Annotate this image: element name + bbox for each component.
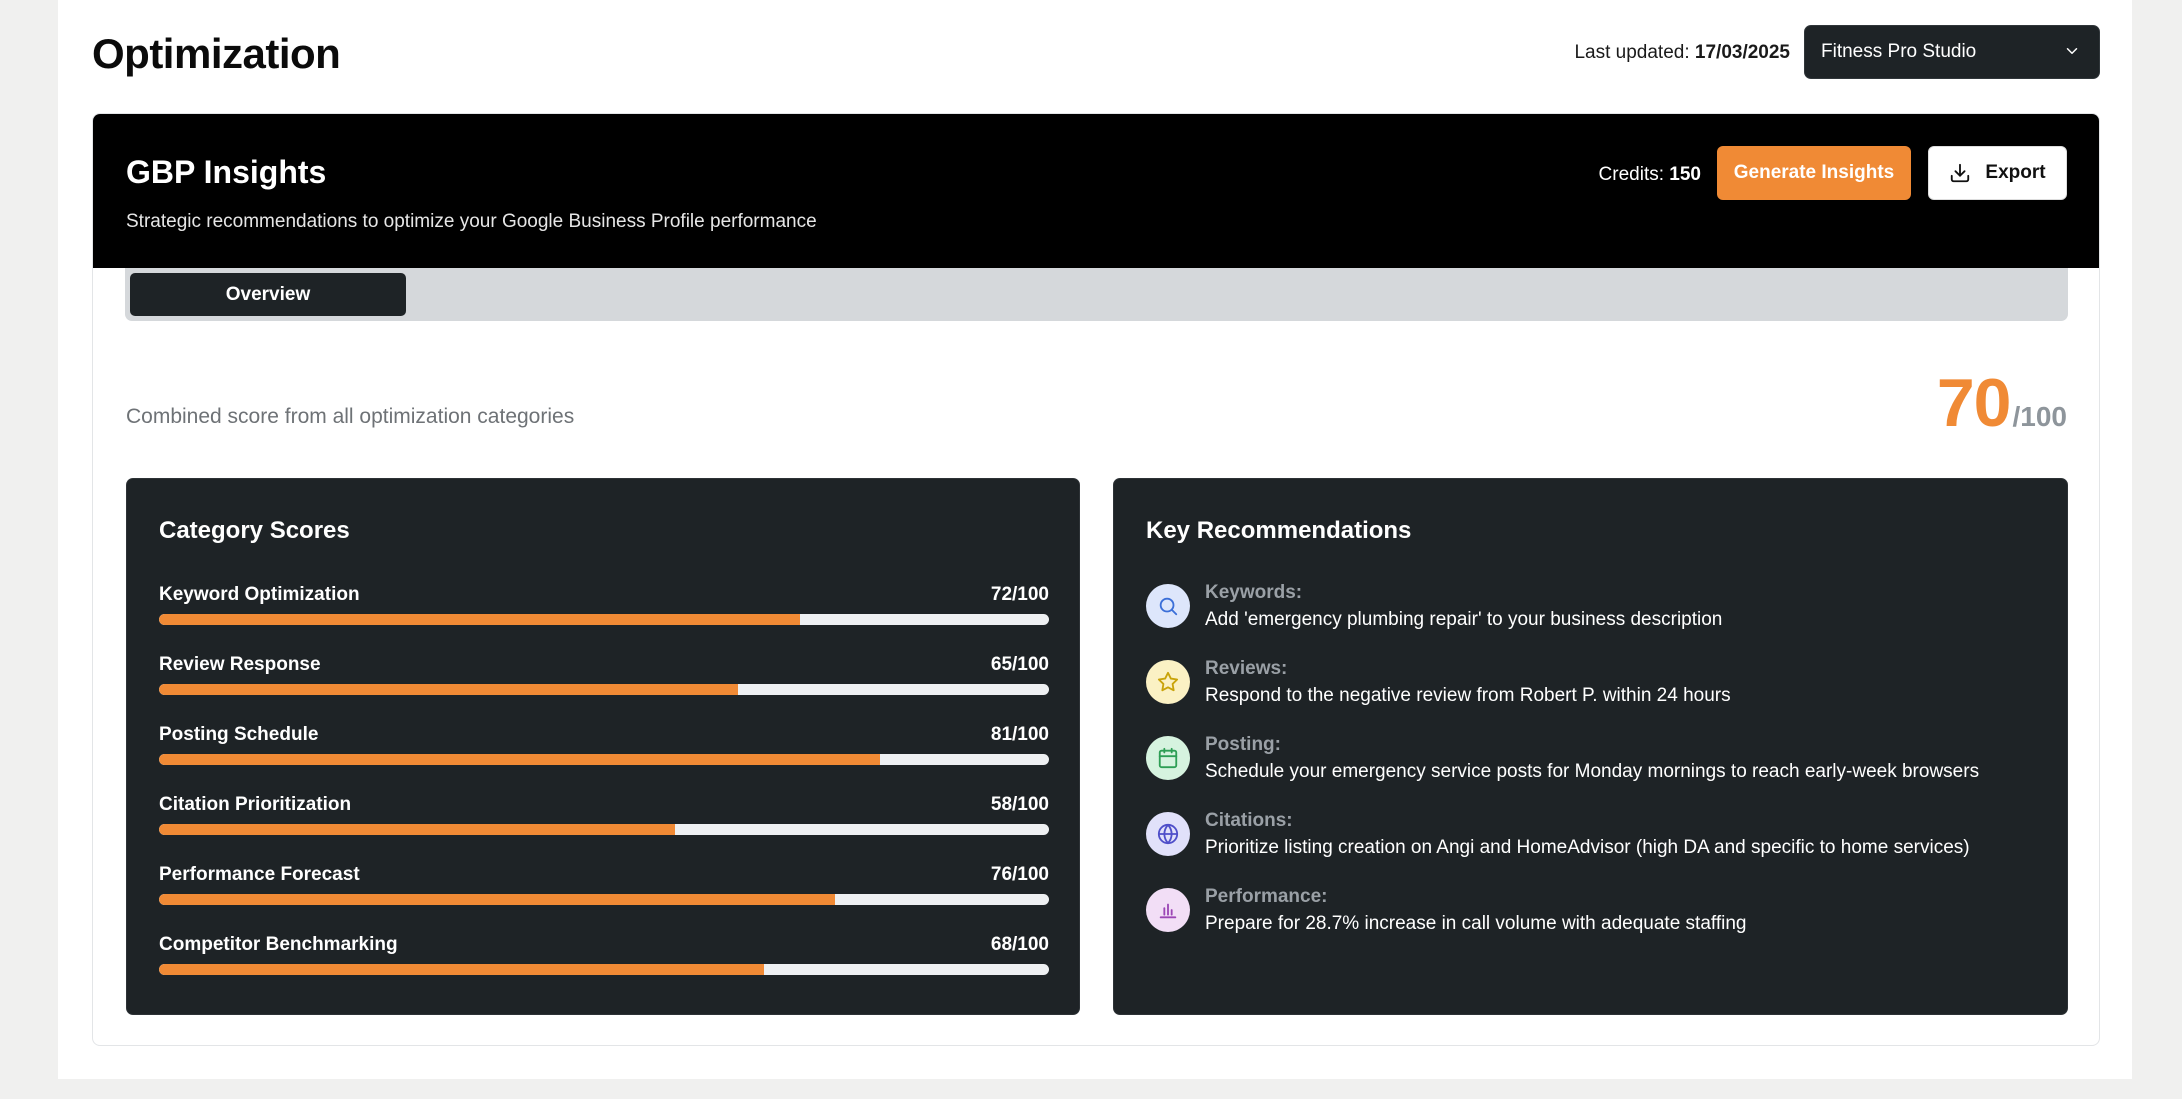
recommendation-item: Keywords: Add 'emergency plumbing repair'… [1146,582,2026,642]
recommendation-text: Schedule your emergency service posts fo… [1205,761,1980,782]
export-label: Export [1985,162,2046,183]
insights-banner: GBP Insights Strategic recommendations t… [93,114,2099,268]
bar-chart-icon [1146,888,1190,932]
globe-icon [1146,812,1190,856]
category-score-row: Citation Prioritization 58/100 [159,794,1049,844]
recommendation-text: Prepare for 28.7% increase in call volum… [1205,913,1747,934]
banner-subtitle: Strategic recommendations to optimize yo… [126,211,817,232]
business-select[interactable]: Fitness Pro Studio [1804,25,2100,79]
category-score-row: Review Response 65/100 [159,654,1049,704]
recommendation-category: Keywords: [1205,582,1303,603]
chevron-down-icon [2066,48,2078,54]
category-score-value: 72/100 [990,584,1049,605]
progress-track [159,684,1049,695]
category-score-value: 76/100 [990,864,1049,885]
recommendation-item: Reviews: Respond to the negative review f… [1146,658,2026,718]
credits: Credits: 150 [1599,164,1701,186]
key-recommendations-title: Key Recommendations [1146,517,1412,544]
banner-title: GBP Insights [126,154,327,190]
last-updated: Last updated: 17/03/2025 [1574,42,1790,64]
recommendation-category: Posting: [1205,734,1281,755]
category-score-row: Posting Schedule 81/100 [159,724,1049,774]
progress-track [159,614,1049,625]
calendar-icon [1146,736,1190,780]
combined-score-label: Combined score from all optimization cat… [126,405,575,428]
category-score-label: Competitor Benchmarking [159,934,398,955]
progress-fill [159,754,880,765]
category-score-value: 81/100 [990,724,1049,745]
category-score-value: 68/100 [990,934,1049,955]
category-score-row: Keyword Optimization 72/100 [159,584,1049,634]
overall-score-value: 70 [1936,365,2012,441]
download-icon [1951,163,1970,183]
progress-track [159,894,1049,905]
recommendation-category: Performance: [1205,886,1328,907]
recommendation-text: Respond to the negative review from Robe… [1205,685,1731,706]
overall-score: 70 /100 [1937,364,2067,442]
category-scores-panel: Category Scores Keyword Optimization 72/1… [126,478,1080,1015]
recommendation-item: Citations: Prioritize listing creation on… [1146,810,2026,870]
recommendation-category: Citations: [1205,810,1293,831]
progress-fill [159,684,738,695]
progress-fill [159,824,676,835]
key-recommendations-panel: Key Recommendations Keywords: Add 'emerge… [1113,478,2068,1015]
category-score-label: Performance Forecast [159,864,360,885]
category-score-label: Posting Schedule [159,724,319,745]
last-updated-value: 17/03/2025 [1694,42,1790,63]
recommendation-text: Add 'emergency plumbing repair' to your … [1205,609,1723,630]
category-score-value: 65/100 [990,654,1049,675]
category-scores-title: Category Scores [159,517,350,544]
star-icon [1146,660,1190,704]
last-updated-label: Last updated: [1574,42,1690,63]
category-score-row: Competitor Benchmarking 68/100 [159,934,1049,984]
category-score-label: Citation Prioritization [159,794,352,815]
progress-track [159,824,1049,835]
recommendation-item: Performance: Prepare for 28.7% increase i… [1146,886,2026,946]
progress-track [159,754,1049,765]
search-icon [1146,584,1190,628]
insights-card: GBP Insights Strategic recommendations t… [92,113,2100,1046]
export-button[interactable]: Export [1928,146,2067,200]
category-score-label: Keyword Optimization [159,584,360,605]
recommendation-category: Reviews: [1205,658,1288,679]
generate-insights-button[interactable]: Generate Insights [1717,146,1911,200]
credits-value: 150 [1669,164,1701,185]
tab-bar: Overview [125,268,2068,321]
progress-fill [159,614,800,625]
recommendation-text: Prioritize listing creation on Angi and … [1205,837,1970,858]
progress-fill [159,894,836,905]
category-score-value: 58/100 [990,794,1049,815]
progress-fill [159,964,765,975]
page-title: Optimization [92,30,341,77]
recommendation-item: Posting: Schedule your emergency service … [1146,734,2026,794]
progress-track [159,964,1049,975]
business-select-value: Fitness Pro Studio [1821,41,1977,62]
overall-score-max: /100 [2012,401,2068,432]
category-score-row: Performance Forecast 76/100 [159,864,1049,914]
tab-overview[interactable]: Overview [130,273,406,316]
credits-label: Credits: [1598,164,1665,185]
category-score-label: Review Response [159,654,321,675]
page: Optimization Last updated: 17/03/2025 Fi… [58,0,2132,1079]
